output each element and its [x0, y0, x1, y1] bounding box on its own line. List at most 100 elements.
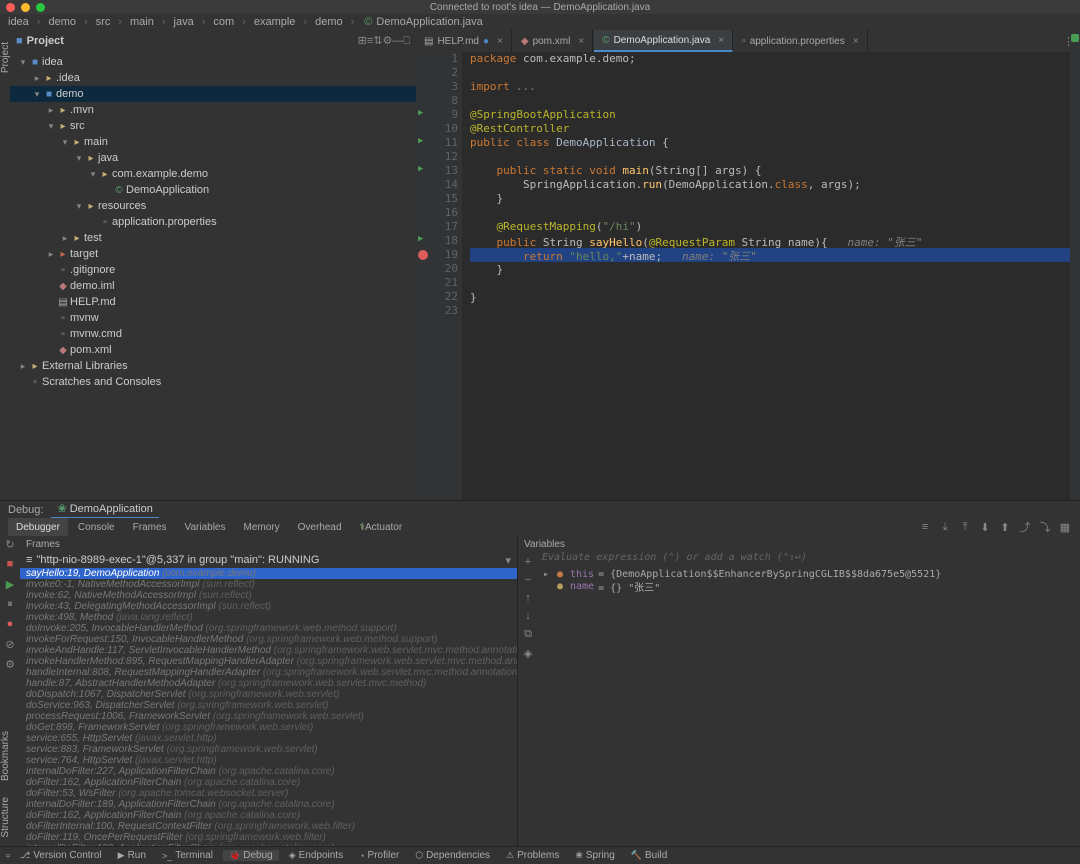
stack-frame[interactable]: invoke0:-1, NativeMethodAccessorImpl (su…	[20, 579, 517, 590]
stack-frame[interactable]: service:883, FrameworkServlet (org.sprin…	[20, 744, 517, 755]
code-line[interactable]: SpringApplication.run(DemoApplication.cl…	[470, 178, 1080, 192]
close-tab-icon[interactable]: ×	[578, 36, 584, 47]
variable-row[interactable]: ●name = {} "张三"	[538, 580, 1080, 592]
code-line[interactable]: @SpringBootApplication	[470, 108, 1080, 122]
side-tab-structure[interactable]: Structure	[0, 797, 11, 838]
tree-twistie-icon[interactable]: ▾	[60, 137, 70, 148]
line-number[interactable]: 16	[416, 206, 458, 220]
remove-watch-icon[interactable]: −	[525, 574, 531, 586]
close-tab-icon[interactable]: ×	[853, 36, 859, 47]
bottom-tab-build[interactable]: 🔨Build	[625, 850, 673, 861]
tree-twistie-icon[interactable]: ▸	[46, 105, 56, 116]
code-line[interactable]	[470, 150, 1080, 164]
debug-subtab-memory[interactable]: Memory	[235, 518, 287, 536]
toolbar-icon[interactable]: ⚙	[383, 35, 393, 47]
show-watches-icon[interactable]: ◈	[524, 647, 532, 660]
breadcrumb-file[interactable]: ©DemoApplication.java	[360, 16, 485, 28]
debug-subtab-overhead[interactable]: Overhead	[290, 518, 350, 536]
code-line[interactable]	[470, 277, 1080, 291]
pause-icon[interactable]: ⏸	[7, 598, 13, 612]
bottom-tab-debug[interactable]: 🐞Debug	[223, 850, 279, 861]
line-number[interactable]: 10	[416, 122, 458, 136]
stack-frame[interactable]: service:764, HttpServlet (javax.servlet.…	[20, 755, 517, 766]
stack-frame[interactable]: doDispatch:1067, DispatcherServlet (org.…	[20, 689, 517, 700]
code-line[interactable]	[470, 206, 1080, 220]
minimize-window-icon[interactable]	[21, 3, 30, 12]
step-icon[interactable]: ≡	[918, 521, 932, 533]
stack-frame[interactable]: internalDoFilter:227, ApplicationFilterC…	[20, 766, 517, 777]
tree-node[interactable]: ▾▸resources	[10, 198, 416, 214]
line-number[interactable]: 20	[416, 262, 458, 276]
tree-node[interactable]: ▫Scratches and Consoles	[10, 374, 416, 390]
breadcrumb-item[interactable]: idea	[6, 16, 31, 28]
line-number[interactable]: 3	[416, 80, 458, 94]
step-icon[interactable]: ⤓	[938, 521, 952, 534]
stop-icon[interactable]: ■	[7, 558, 14, 572]
evaluate-expression-input[interactable]: Evaluate expression (⌃) or add a watch (…	[538, 552, 1080, 568]
resume-icon[interactable]: ▶	[6, 578, 14, 592]
stack-frame[interactable]: invokeAndHandle:117, ServletInvocableHan…	[20, 645, 517, 656]
actuator-tab[interactable]: ⚕ Actuator	[352, 518, 411, 536]
tree-node[interactable]: ▸▸.idea	[10, 70, 416, 86]
tree-twistie-icon[interactable]: ▸	[18, 361, 28, 372]
tree-node[interactable]: ▫.gitignore	[10, 262, 416, 278]
stack-frame[interactable]: invokeHandlerMethod:895, RequestMappingH…	[20, 656, 517, 667]
side-tab-bookmarks[interactable]: Bookmarks	[0, 731, 11, 781]
bottom-tab-profiler[interactable]: ◔Profiler	[353, 850, 405, 861]
line-number[interactable]: 11▶	[416, 136, 458, 150]
code-line[interactable]	[470, 66, 1080, 80]
stack-frame[interactable]: handle:87, AbstractHandlerMethodAdapter …	[20, 678, 517, 689]
line-number[interactable]: 2	[416, 66, 458, 80]
tree-node[interactable]: ▾▸main	[10, 134, 416, 150]
step-icon[interactable]: ⬇	[978, 521, 992, 534]
run-gutter-icon[interactable]: ▶	[418, 164, 423, 174]
tree-node[interactable]: ◆demo.iml	[10, 278, 416, 294]
tree-node[interactable]: ©DemoApplication	[10, 182, 416, 198]
debug-config-tab[interactable]: ❀DemoApplication	[51, 500, 158, 519]
step-icon[interactable]: ⤴	[1018, 519, 1032, 535]
stack-frame[interactable]: doInvoke:205, InvocableHandlerMethod (or…	[20, 623, 517, 634]
tree-twistie-icon[interactable]: ▾	[18, 57, 28, 68]
frames-list[interactable]: sayHello:19, DemoApplication (com.exampl…	[20, 568, 517, 854]
bottom-tab-problems[interactable]: ⚠Problems	[500, 850, 565, 861]
editor-tab[interactable]: ▤HELP.md●×	[416, 30, 512, 52]
bottom-tab-version-control[interactable]: ⎇Version Control	[14, 850, 108, 861]
step-icon[interactable]: ⬆	[998, 521, 1012, 534]
line-number[interactable]: 22	[416, 290, 458, 304]
code-line[interactable]: public String sayHello(@RequestParam Str…	[470, 234, 1080, 248]
rerun-icon[interactable]: ↻	[5, 538, 14, 552]
stack-frame[interactable]: service:655, HttpServlet (javax.servlet.…	[20, 733, 517, 744]
code-line[interactable]: }	[470, 291, 1080, 305]
line-number[interactable]: 14	[416, 178, 458, 192]
tree-node[interactable]: ▸▸target	[10, 246, 416, 262]
up-icon[interactable]: ↑	[525, 592, 531, 604]
stack-frame[interactable]: invoke:498, Method (java.lang.reflect)	[20, 612, 517, 623]
tree-node[interactable]: ◆pom.xml	[10, 342, 416, 358]
run-gutter-icon[interactable]: ▶	[418, 108, 423, 118]
down-icon[interactable]: ↓	[525, 610, 531, 622]
tree-node[interactable]: ▸▸.mvn	[10, 102, 416, 118]
code-area[interactable]: 12389▶1011▶1213▶1415161718▶1920212223 pa…	[416, 52, 1080, 500]
debug-subtab-frames[interactable]: Frames	[125, 518, 175, 536]
close-window-icon[interactable]	[6, 3, 15, 12]
tree-node[interactable]: ▾▸src	[10, 118, 416, 134]
code[interactable]: package com.example.demo; import ... @Sp…	[462, 52, 1080, 500]
code-line[interactable]	[470, 305, 1080, 319]
line-number[interactable]: 8	[416, 94, 458, 108]
code-line[interactable]: }	[470, 192, 1080, 206]
tree-node[interactable]: ▫mvnw.cmd	[10, 326, 416, 342]
line-number[interactable]: 13▶	[416, 164, 458, 178]
line-number[interactable]: 23	[416, 304, 458, 318]
bottom-tab-dependencies[interactable]: ⬡Dependencies	[409, 850, 496, 861]
breadcrumb-item[interactable]: src	[94, 16, 113, 28]
code-line[interactable]: @RequestMapping("/hi")	[470, 220, 1080, 234]
close-tab-icon[interactable]: ×	[718, 35, 724, 46]
step-icon[interactable]: ⤒	[958, 521, 972, 534]
tree-node[interactable]: ▫mvnw	[10, 310, 416, 326]
stack-frame[interactable]: doFilterInternal:100, RequestContextFilt…	[20, 821, 517, 832]
tree-node[interactable]: ▾▸com.example.demo	[10, 166, 416, 182]
run-gutter-icon[interactable]: ▶	[418, 136, 423, 146]
debug-subtab-variables[interactable]: Variables	[177, 518, 234, 536]
zoom-window-icon[interactable]	[36, 3, 45, 12]
settings-icon[interactable]: ⚙	[5, 658, 15, 672]
